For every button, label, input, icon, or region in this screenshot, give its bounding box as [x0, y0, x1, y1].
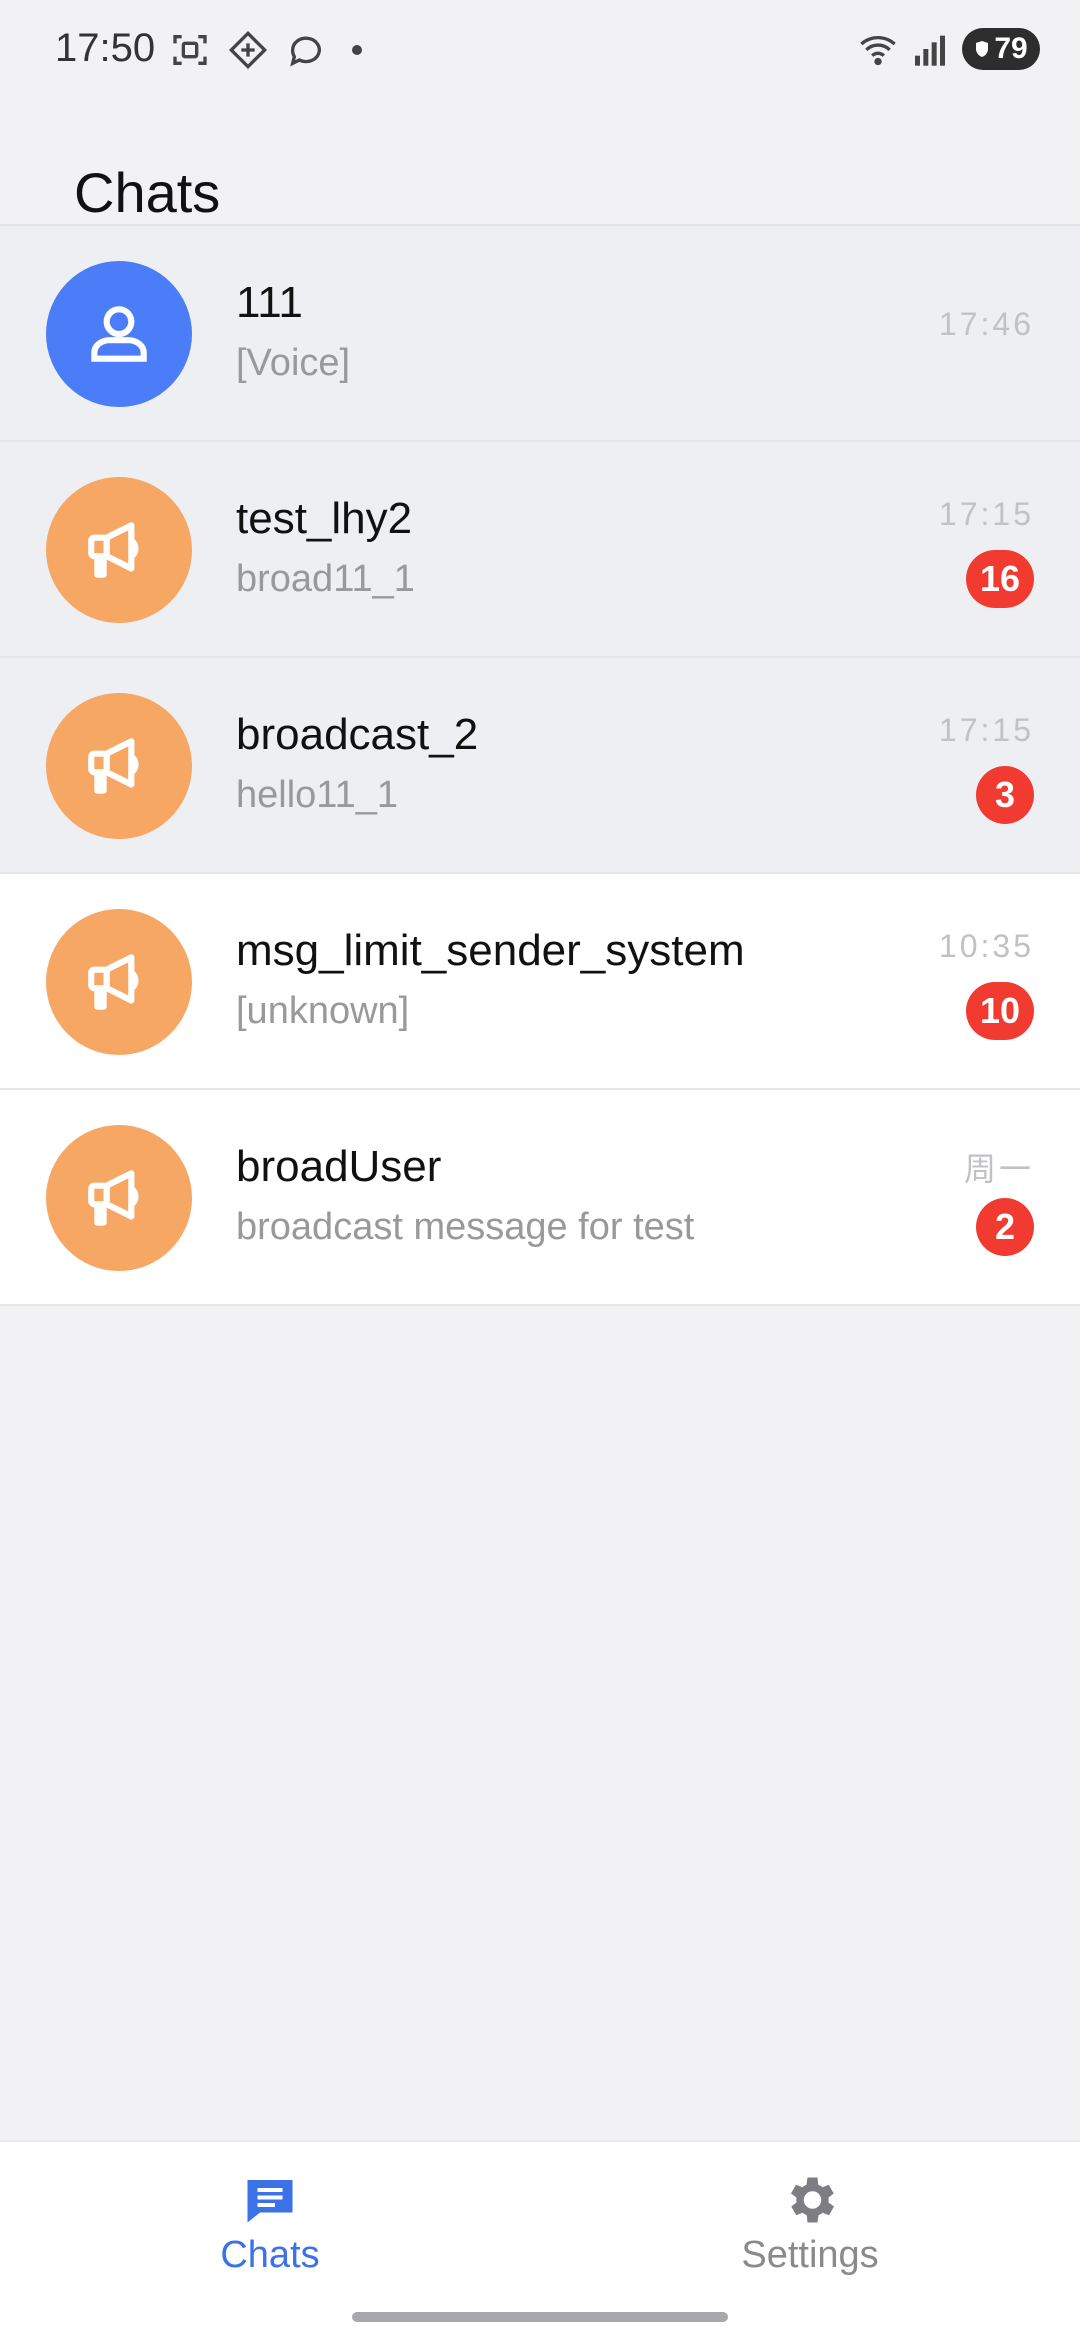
chat-time: 周一: [963, 1151, 1034, 1187]
chat-preview: [unknown]: [236, 990, 410, 1032]
signal-icon: [915, 35, 945, 66]
header: Chats: [0, 100, 1080, 226]
page-title: Chats: [74, 160, 221, 224]
avatar: [46, 693, 192, 839]
chat-name: test_lhy2: [236, 494, 413, 543]
battery-icon: 79: [962, 28, 1040, 70]
chat-item-msg-limit-sender-system[interactable]: msg_limit_sender_system [unknown] 10:35 …: [0, 874, 1080, 1090]
chat-icon: [247, 2180, 293, 2223]
unread-badge: 3: [976, 766, 1034, 824]
status-right-icons: 79: [858, 28, 1040, 70]
megaphone-icon: [88, 738, 139, 794]
tab-chats-label: Chats: [220, 2234, 320, 2276]
avatar: [46, 909, 192, 1055]
chat-name: broadUser: [236, 1142, 442, 1191]
avatar: [46, 1125, 192, 1271]
home-indicator[interactable]: [352, 2312, 728, 2322]
megaphone-icon: [88, 1170, 139, 1226]
chat-item-111[interactable]: 111 [Voice] 17:46: [0, 226, 1080, 442]
unread-badge: 16: [965, 550, 1034, 608]
chat-time: 17:15: [938, 496, 1034, 532]
tab-chats[interactable]: Chats: [120, 2170, 420, 2277]
unread-badge: 10: [965, 982, 1034, 1040]
status-left-icons: [170, 30, 362, 70]
chat-item-broaduser[interactable]: broadUser broadcast message for test 周一 …: [0, 1090, 1080, 1306]
person-icon: [91, 306, 147, 362]
screenshot-icon: [173, 35, 207, 65]
chat-time: 17:15: [938, 712, 1034, 748]
notification-dot: [352, 45, 362, 55]
gear-icon: [791, 2177, 834, 2223]
chat-item-test-lhy2[interactable]: test_lhy2 broad11_1 17:15 16: [0, 442, 1080, 658]
wifi-icon: [860, 36, 896, 66]
chat-name: msg_limit_sender_system: [236, 926, 745, 975]
chat-name: broadcast_2: [236, 710, 479, 759]
megaphone-icon: [88, 522, 139, 578]
status-bar: 17:50 79: [0, 0, 1080, 100]
tab-settings-label: Settings: [741, 2234, 879, 2276]
chat-name: 111: [236, 278, 303, 327]
chat-preview: hello11_1: [236, 774, 399, 816]
chat-preview: broad11_1: [236, 558, 415, 600]
chat-item-broadcast-2[interactable]: broadcast_2 hello11_1 17:15 3: [0, 658, 1080, 874]
chat-time: 17:46: [938, 306, 1034, 342]
status-time: 17:50: [55, 26, 156, 70]
megaphone-icon: [88, 954, 139, 1010]
chat-preview: broadcast message for test: [236, 1206, 695, 1248]
tab-settings[interactable]: Settings: [660, 2170, 960, 2277]
unread-badge: 2: [976, 1198, 1034, 1256]
avatar: [46, 261, 192, 407]
chat-preview: [Voice]: [236, 342, 351, 384]
battery-level: 79: [994, 32, 1028, 65]
shield-icon: [976, 41, 989, 57]
avatar: [46, 477, 192, 623]
sim-icon: [228, 30, 268, 70]
chat-bubble-icon: [290, 36, 321, 67]
chat-time: 10:35: [938, 928, 1034, 964]
chat-list: 111 [Voice] 17:46 test_lhy2 broad11_1 17…: [0, 226, 1080, 1306]
